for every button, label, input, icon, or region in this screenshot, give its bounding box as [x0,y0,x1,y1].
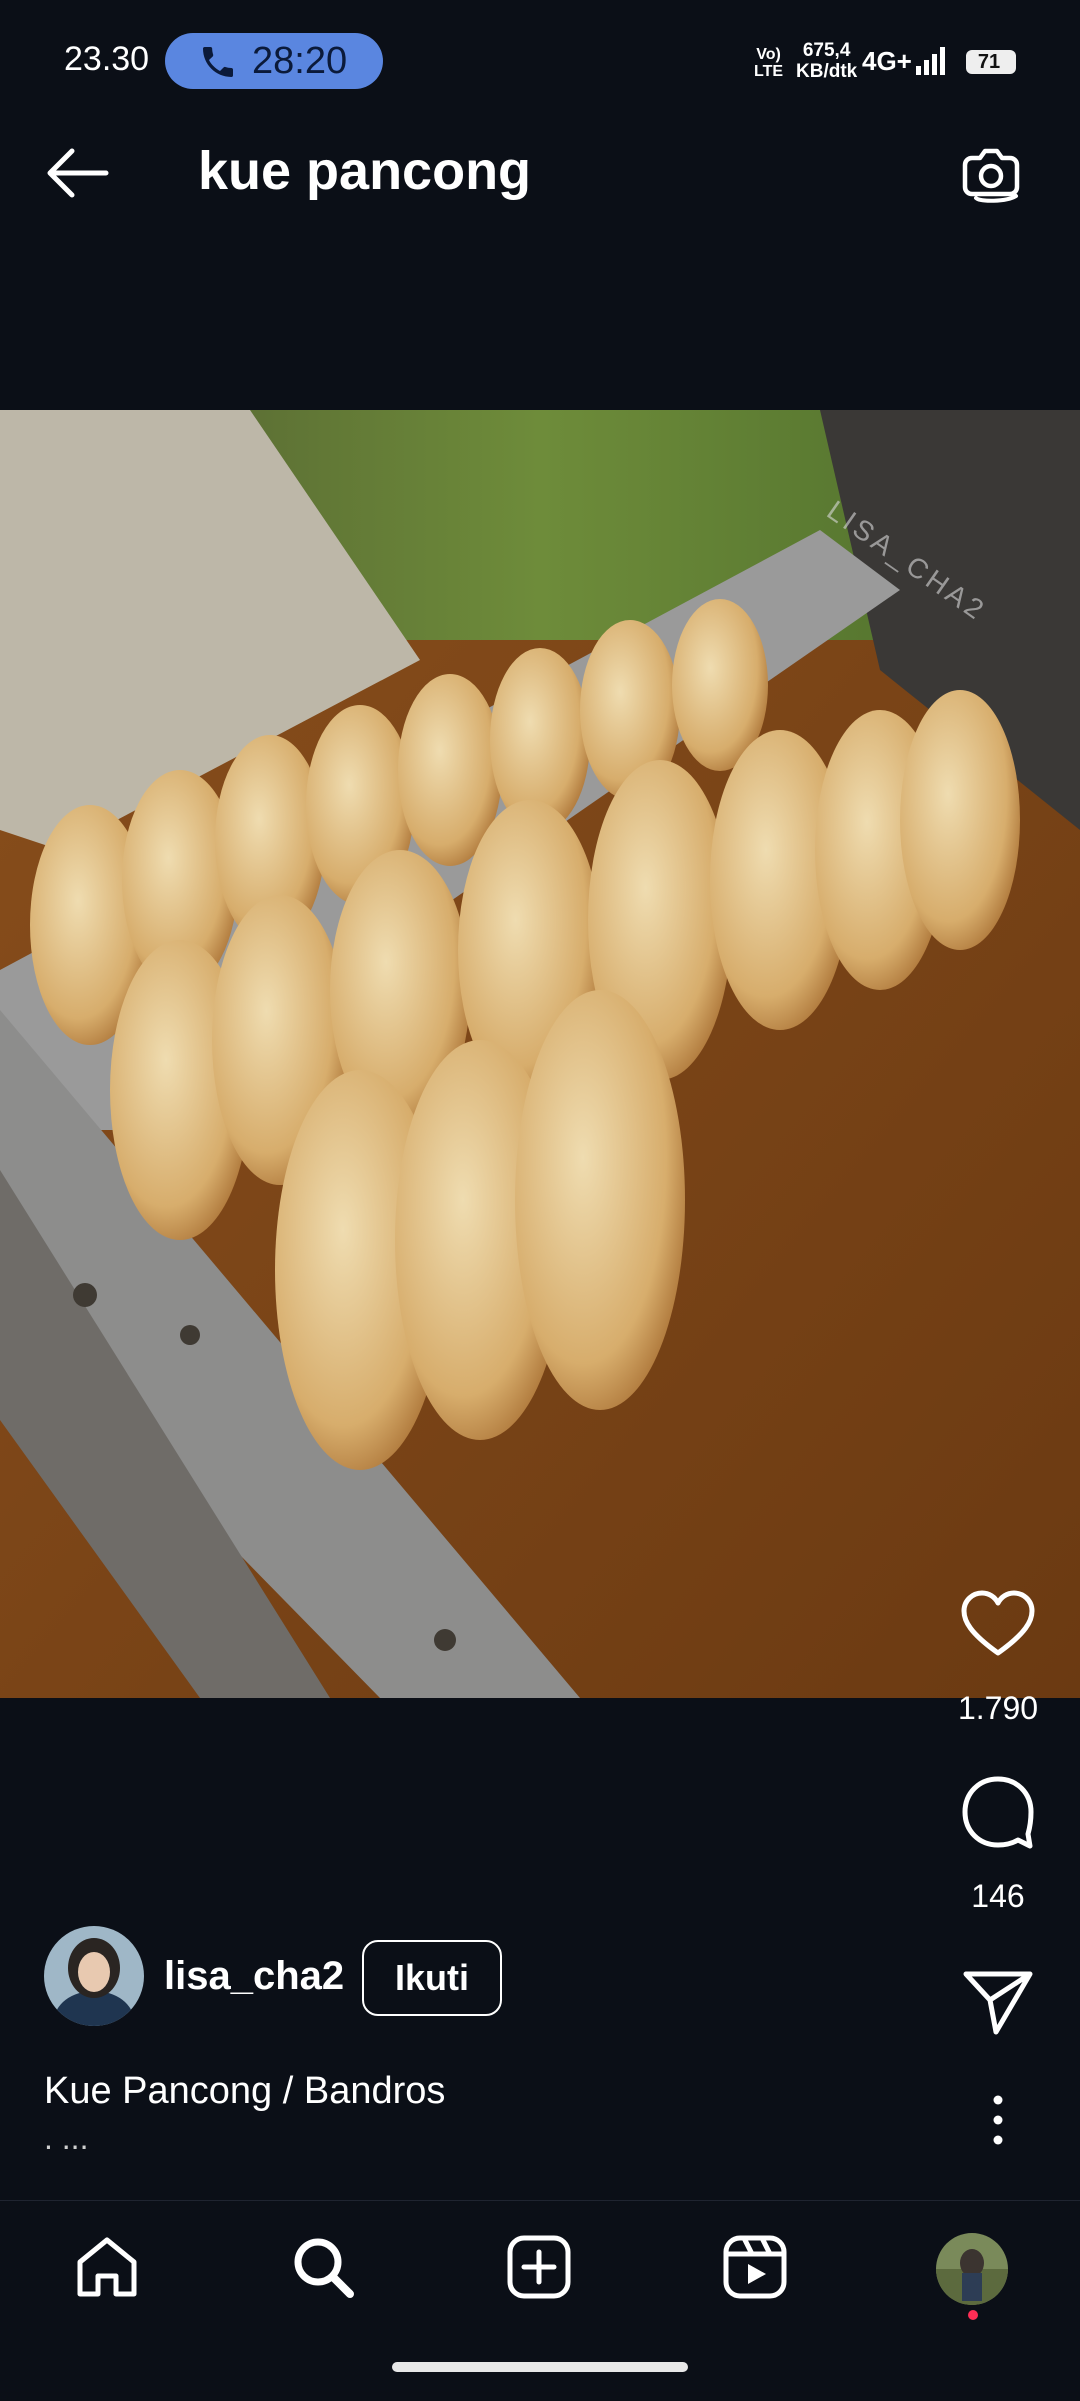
profile-avatar[interactable] [936,2233,1008,2305]
network-speed-value: 675,4 [802,40,851,61]
heart-icon[interactable] [958,1585,1038,1665]
volte-indicator: Vo) LTE [754,46,784,80]
signal-icon [916,47,945,75]
comment-count: 146 [971,1878,1025,1914]
home-indicator [392,2362,688,2372]
page-title: kue pancong [198,141,532,201]
more-vertical-icon[interactable] [978,2090,1018,2150]
call-timer: 28:20 [252,40,348,82]
network-type: 4G+ [862,46,912,76]
post-caption[interactable]: Kue Pancong / Bandros [44,2070,445,2113]
follow-button[interactable]: Ikuti [362,1940,502,2016]
notification-dot [968,2310,978,2320]
comment-icon[interactable] [958,1772,1038,1852]
avatar[interactable] [44,1926,144,2026]
username[interactable]: lisa_cha2 [164,1954,344,1999]
search-icon[interactable] [288,2232,358,2302]
like-count: 1.790 [957,1690,1039,1726]
caption-more[interactable]: . ... [44,2120,88,2157]
post-photo[interactable]: LISA_CHA2 [0,410,1080,1698]
battery-level: 71 [977,51,1001,73]
add-post-icon[interactable] [504,2232,574,2302]
phone-icon [203,47,233,77]
network-speed-unit: KB/dtk [796,61,858,82]
camera-icon[interactable] [958,140,1024,206]
send-icon[interactable] [958,1962,1038,2042]
home-icon[interactable] [72,2232,142,2302]
reels-icon[interactable] [720,2232,790,2302]
status-time: 23.30 [64,40,150,78]
arrow-left-icon[interactable] [44,148,110,198]
network-speed: 675,4 KB/dtk [796,40,857,82]
